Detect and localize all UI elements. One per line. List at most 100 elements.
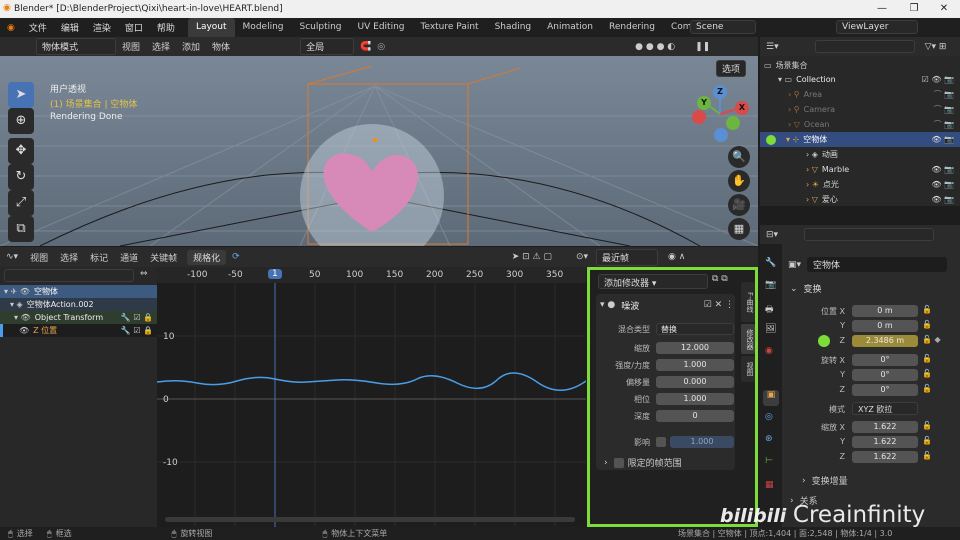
lock-icon[interactable]: 🔓 xyxy=(922,384,932,393)
tab-layout[interactable]: Layout xyxy=(187,18,235,37)
data-tab-icon[interactable]: ⊢ xyxy=(765,456,773,466)
copy-paste-modifier-icon[interactable]: ⧉ ⧉ xyxy=(712,274,728,284)
orientation-selector[interactable]: 全局 xyxy=(300,38,355,55)
graph-menu-select[interactable]: 选择 xyxy=(54,251,84,264)
proportional-icon[interactable]: ◉ ∧ xyxy=(668,252,685,262)
outliner-type-icon[interactable]: ☰▾ xyxy=(760,42,785,52)
camera-view-icon[interactable]: 🎥 xyxy=(728,194,750,216)
row-toggles[interactable]: ☑ 👁 📷 xyxy=(922,75,960,84)
graph-area[interactable]: -100 -50 1 50 100 150 200 250 300 350 10… xyxy=(157,267,586,527)
shading-solid-icon[interactable]: ● ● ● ◐ xyxy=(635,42,675,52)
menu-help[interactable]: 帮助 xyxy=(150,21,182,34)
row-toggles[interactable]: ⌒ 📷 xyxy=(933,119,960,130)
outliner-search-input[interactable] xyxy=(814,40,915,53)
pan-hand-icon[interactable]: ✋ xyxy=(728,170,750,192)
object-tab-icon[interactable]: ▣ xyxy=(763,390,779,406)
properties-type-icon[interactable]: ⊟▾ xyxy=(760,230,784,240)
location-x-field[interactable]: 0 m xyxy=(852,305,918,317)
expand-icon[interactable]: › xyxy=(604,458,608,468)
transform-tool-icon[interactable]: ⧉ xyxy=(8,216,34,242)
gizmo-y-icon[interactable]: Y xyxy=(697,96,711,110)
gizmo-x-icon[interactable]: X xyxy=(735,101,749,115)
3d-viewport[interactable]: ➤ ⊕ ✥ ↻ ⤢ ⧉ 用户透视 (1) 场景集合 | 空物体 Renderin… xyxy=(0,56,758,246)
blender-menu-icon[interactable]: ◉ xyxy=(0,23,22,33)
restrict-range-row[interactable]: › 限定的帧范围 xyxy=(604,456,734,469)
influence-field[interactable]: 1.000 xyxy=(670,436,734,448)
graph-menu-view[interactable]: 视图 xyxy=(24,251,54,264)
vp-menu-select[interactable]: 选择 xyxy=(146,40,176,53)
lock-icon[interactable]: 🔓 xyxy=(922,369,932,378)
tab-sculpting[interactable]: Sculpting xyxy=(292,18,350,37)
mode-selector[interactable]: 物体模式 xyxy=(36,38,116,55)
outliner-scene-collection[interactable]: ▭ 场景集合 xyxy=(760,58,960,73)
current-frame-indicator[interactable]: 1 xyxy=(268,269,282,279)
location-y-field[interactable]: 0 m xyxy=(852,320,918,332)
row-toggles[interactable]: ⌒ 📷 xyxy=(933,104,960,115)
tab-view[interactable]: 视图 xyxy=(741,356,755,382)
row-toggles[interactable]: ⌒ 📷 xyxy=(933,89,960,100)
row-toggles[interactable]: 👁 📷 xyxy=(931,135,960,144)
tab-modifiers[interactable]: 修改器 xyxy=(741,324,755,354)
lock-icon[interactable]: 🔓 xyxy=(922,354,932,363)
view-layer-tab-icon[interactable]: 🖼 xyxy=(765,324,776,334)
vp-menu-object[interactable]: 物体 xyxy=(206,40,236,53)
lock-icon[interactable]: 🔓 ◆ xyxy=(922,335,941,344)
proportional-edit-icon[interactable]: ◎ xyxy=(377,42,385,52)
tab-shading[interactable]: Shading xyxy=(487,18,540,37)
object-name-field[interactable]: 空物体 xyxy=(807,257,948,272)
location-z-field[interactable]: 2.3486 m xyxy=(852,335,918,347)
lock-icon[interactable]: 🔓 xyxy=(922,421,932,430)
menu-edit[interactable]: 编辑 xyxy=(54,21,86,34)
tab-texture-paint[interactable]: Texture Paint xyxy=(412,18,486,37)
offset-field[interactable]: 0.000 xyxy=(656,376,734,388)
tab-animation[interactable]: Animation xyxy=(539,18,601,37)
ortho-grid-icon[interactable]: ▦ xyxy=(728,218,750,240)
rotation-mode-dropdown[interactable]: XYZ 欧拉 xyxy=(852,402,918,415)
filter-icons[interactable]: ➤ ⊡ ⚠ ▢ xyxy=(512,252,552,262)
outliner-row[interactable]: › ▽ 爱心 👁 📷 xyxy=(760,192,960,207)
normalize-toggle[interactable]: 规格化 xyxy=(187,249,227,265)
tab-fcurve[interactable]: F-曲线 xyxy=(741,282,755,322)
row-toggles[interactable]: 👁 📷 xyxy=(931,195,960,204)
scale-z-field[interactable]: 1.622 xyxy=(852,451,918,463)
outliner-row[interactable]: ▾ ▭ Collection ☑ 👁 📷 xyxy=(760,72,960,87)
outliner-row[interactable]: › ⚲ Camera ⌒ 📷 xyxy=(760,102,960,117)
vp-menu-view[interactable]: 视图 xyxy=(116,40,146,53)
graph-menu-key[interactable]: 关键帧 xyxy=(144,251,183,264)
channel-row[interactable]: 👁 Z 位置 🔧 ☑ 🔒 xyxy=(0,324,157,337)
horizontal-scrollbar[interactable] xyxy=(165,517,575,522)
menu-window[interactable]: 窗口 xyxy=(118,21,150,34)
add-modifier-button[interactable]: 添加修改器 ▾ xyxy=(598,274,708,289)
blend-type-dropdown[interactable]: 替换 xyxy=(656,323,734,335)
outliner-row[interactable]: › ☀ 点光 👁 📷 xyxy=(760,177,960,192)
scale-y-field[interactable]: 1.622 xyxy=(852,436,918,448)
graph-menu-channel[interactable]: 通道 xyxy=(114,251,144,264)
vp-menu-add[interactable]: 添加 xyxy=(176,40,206,53)
gizmo-neg-y-icon[interactable] xyxy=(726,116,740,130)
pause-icon[interactable]: ❚❚ xyxy=(695,42,710,52)
snap-icon[interactable]: 🧲 xyxy=(360,42,371,52)
output-tab-icon[interactable]: 🖶 xyxy=(765,302,774,318)
row-toggles[interactable]: 👁 📷 xyxy=(931,165,960,174)
outliner-row[interactable]: › ⚲ Area ⌒ 📷 xyxy=(760,87,960,102)
outliner-row[interactable]: › ▽ Marble 👁 📷 xyxy=(760,162,960,177)
viewlayer-selector[interactable]: ViewLayer xyxy=(836,20,918,34)
physics-tab-icon[interactable]: ◎ xyxy=(765,412,773,422)
restrict-range-checkbox[interactable] xyxy=(613,457,624,468)
phase-field[interactable]: 1.000 xyxy=(656,393,734,405)
options-button[interactable]: 选项 xyxy=(716,60,747,77)
render-tab-icon[interactable]: 📷 xyxy=(765,280,776,290)
graph-menu-marker[interactable]: 标记 xyxy=(84,251,114,264)
filter-icon[interactable]: ▽▾ ⊞ xyxy=(925,42,947,52)
graph-editor-type-icon[interactable]: ∿▾ xyxy=(0,252,24,262)
expand-icon[interactable]: ▾ ✈ 👁 xyxy=(0,287,30,296)
constraints-tab-icon[interactable]: ⊛ xyxy=(765,434,773,444)
select-tool-icon[interactable]: ➤ xyxy=(8,82,34,108)
lock-icon[interactable]: 🔓 xyxy=(922,305,932,314)
scene-tab-icon[interactable]: ◉ xyxy=(765,346,773,356)
cursor-tool-icon[interactable]: ⊕ xyxy=(8,108,34,134)
row-toggles[interactable]: 👁 📷 xyxy=(931,180,960,189)
close-icon[interactable]: ✕ xyxy=(928,0,960,18)
channel-row[interactable]: ▾ ✈ 👁 空物体 xyxy=(0,285,157,298)
scale-x-field[interactable]: 1.622 xyxy=(852,421,918,433)
